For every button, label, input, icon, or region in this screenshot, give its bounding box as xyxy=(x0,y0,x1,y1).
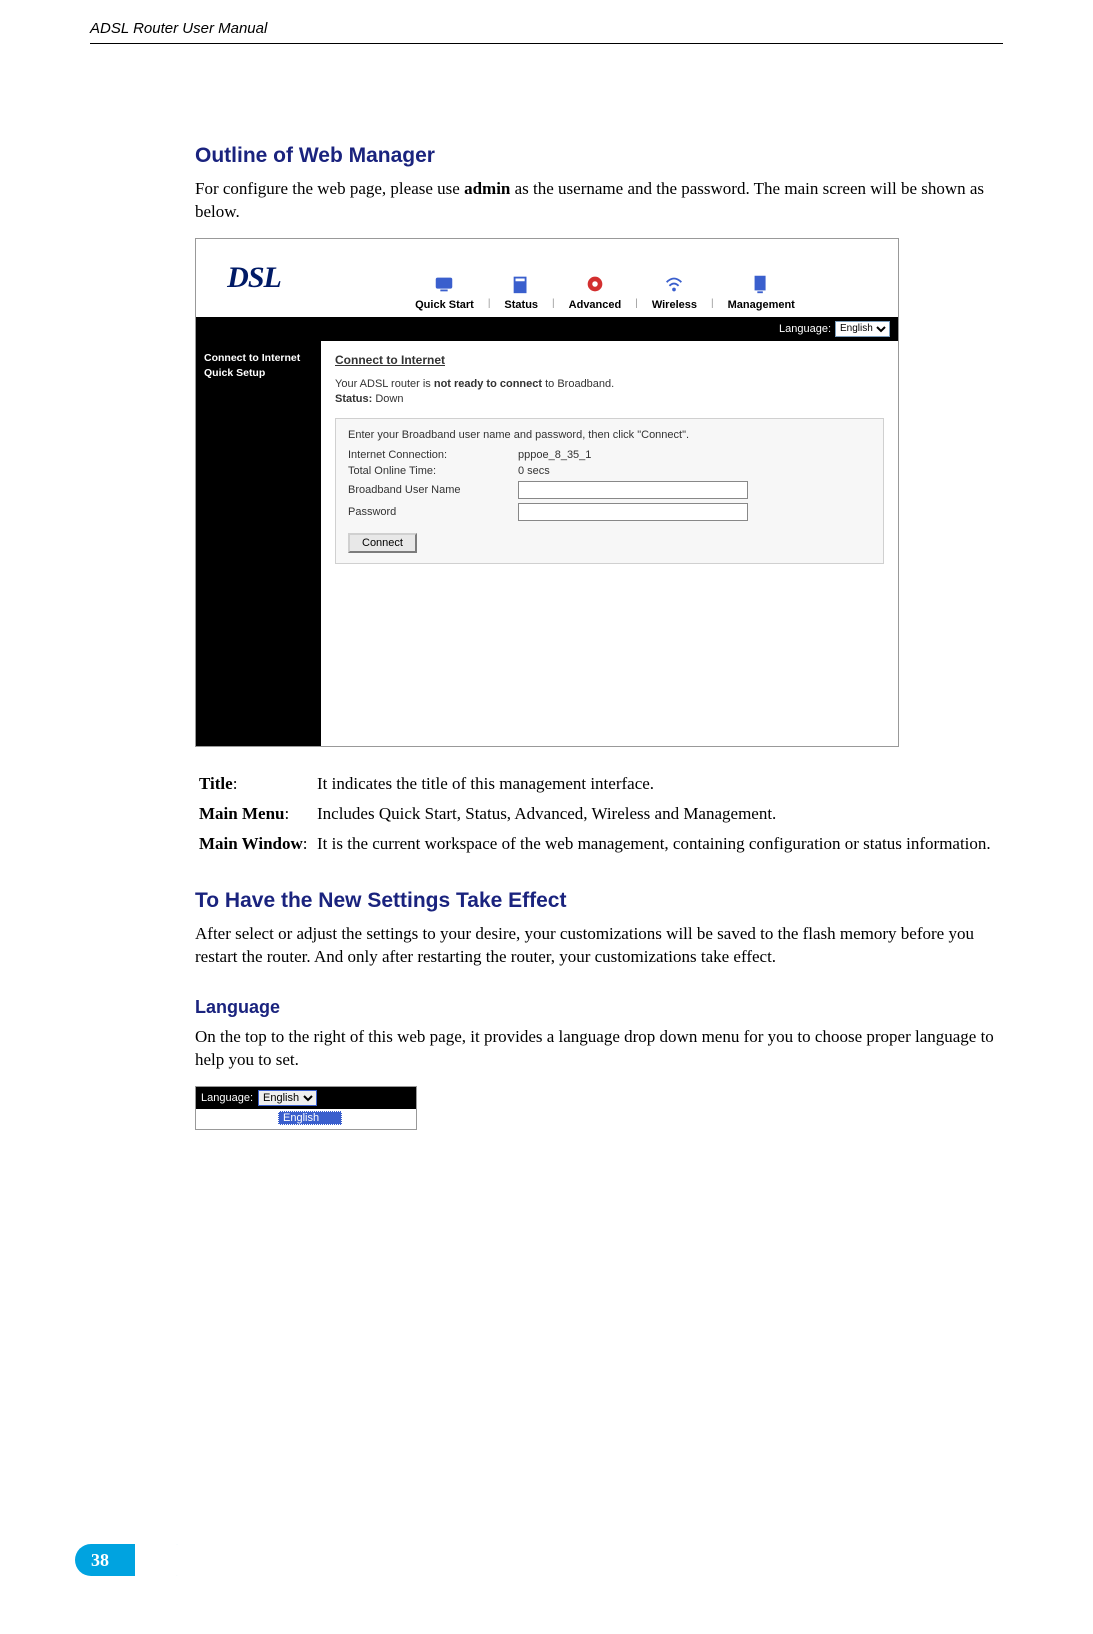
sidebar-link-connect[interactable]: Connect to Internet xyxy=(204,351,313,366)
panel-msg-prefix: Your ADSL router is xyxy=(335,378,434,390)
colon: : xyxy=(303,834,308,853)
nav-status[interactable]: Status xyxy=(490,273,552,311)
config-instruction: Enter your Broadband user name and passw… xyxy=(348,429,871,441)
table-row: Title: It indicates the title of this ma… xyxy=(195,769,1003,799)
intro-prefix: For configure the web page, please use xyxy=(195,179,464,198)
lang-dropdown-select[interactable]: English xyxy=(258,1090,317,1106)
panel-status-text: Your ADSL router is not ready to connect… xyxy=(335,377,884,408)
language-bar: Language: English xyxy=(196,317,898,341)
panel-title: Connect to Internet xyxy=(335,353,884,367)
lang-dropdown-option-highlighted[interactable]: English xyxy=(278,1111,342,1125)
colon: : xyxy=(233,774,238,793)
password-label: Password xyxy=(348,506,518,518)
management-icon xyxy=(750,273,772,295)
colon: : xyxy=(284,804,289,823)
online-time-value: 0 secs xyxy=(518,465,550,477)
quick-start-icon xyxy=(433,273,455,295)
nav-management-label: Management xyxy=(728,299,795,311)
settings-body: After select or adjust the settings to y… xyxy=(195,923,1003,969)
advanced-icon xyxy=(584,273,606,295)
nav-status-label: Status xyxy=(504,299,538,311)
sidebar-link-quicksetup[interactable]: Quick Setup xyxy=(204,366,313,381)
online-time-label: Total Online Time: xyxy=(348,465,518,477)
username-label: Broadband User Name xyxy=(348,484,518,496)
nav-advanced-label: Advanced xyxy=(569,299,622,311)
connect-button[interactable]: Connect xyxy=(348,533,417,553)
def-window-term: Main Window xyxy=(199,834,303,853)
table-row: Main Menu: Includes Quick Start, Status,… xyxy=(195,799,1003,829)
wireless-icon xyxy=(663,273,685,295)
language-dropdown-screenshot: Language: English English xyxy=(195,1086,417,1130)
table-row: Main Window: It is the current workspace… xyxy=(195,829,1003,859)
panel-msg-bold: not ready to connect xyxy=(434,378,542,390)
internet-conn-value: pppoe_8_35_1 xyxy=(518,449,591,461)
logo-area: DSL xyxy=(196,239,312,317)
page-header: ADSL Router User Manual xyxy=(90,0,1003,44)
password-input[interactable] xyxy=(518,503,748,521)
status-value: Down xyxy=(375,393,403,405)
router-main-panel: Connect to Internet Your ADSL router is … xyxy=(321,341,898,746)
nav-wireless-label: Wireless xyxy=(652,299,697,311)
language-select[interactable]: English xyxy=(835,321,890,337)
nav-quick-start[interactable]: Quick Start xyxy=(401,273,488,311)
intro-paragraph: For configure the web page, please use a… xyxy=(195,178,1003,224)
dsl-logo: DSL xyxy=(227,261,281,295)
language-body: On the top to the right of this web page… xyxy=(195,1026,1003,1072)
nav-wireless[interactable]: Wireless xyxy=(638,273,711,311)
nav-advanced[interactable]: Advanced xyxy=(555,273,636,311)
lang-dropdown-label: Language: xyxy=(201,1092,253,1104)
language-label: Language: xyxy=(779,323,831,335)
page-number-badge: 38 xyxy=(75,1544,190,1576)
def-menu-term: Main Menu xyxy=(199,804,284,823)
router-screenshot: DSL Quick Start | Status | xyxy=(195,238,899,747)
page-number: 38 xyxy=(91,1550,109,1571)
main-nav: Quick Start | Status | Advanced | xyxy=(312,239,898,317)
def-title-term: Title xyxy=(199,774,233,793)
nav-management[interactable]: Management xyxy=(714,273,809,311)
intro-bold: admin xyxy=(464,179,510,198)
definitions-table: Title: It indicates the title of this ma… xyxy=(195,769,1003,859)
panel-msg-suffix: to Broadband. xyxy=(542,378,614,390)
status-icon xyxy=(510,273,532,295)
username-input[interactable] xyxy=(518,481,748,499)
def-window-desc: It is the current workspace of the web m… xyxy=(313,829,1003,859)
nav-quick-start-label: Quick Start xyxy=(415,299,474,311)
section-heading-outline: Outline of Web Manager xyxy=(195,144,1003,168)
status-label: Status: xyxy=(335,393,372,405)
def-title-desc: It indicates the title of this managemen… xyxy=(313,769,1003,799)
section-heading-settings: To Have the New Settings Take Effect xyxy=(195,889,1003,913)
section-heading-language: Language xyxy=(195,997,1003,1018)
def-menu-desc: Includes Quick Start, Status, Advanced, … xyxy=(313,799,1003,829)
router-sidebar: Connect to Internet Quick Setup xyxy=(196,341,321,746)
config-box: Enter your Broadband user name and passw… xyxy=(335,418,884,564)
internet-conn-label: Internet Connection: xyxy=(348,449,518,461)
